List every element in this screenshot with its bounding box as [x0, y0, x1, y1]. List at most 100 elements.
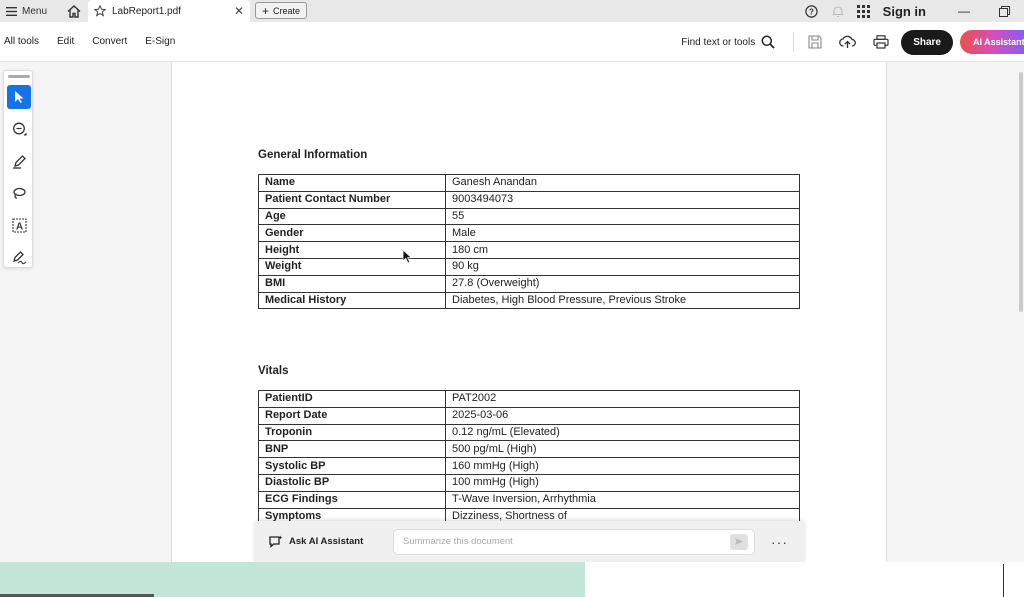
menu-button[interactable]: Menu	[0, 0, 53, 22]
field-label: ECG Findings	[258, 490, 446, 509]
taskbar-area-left	[0, 562, 585, 597]
apps-grid-icon[interactable]	[851, 4, 877, 18]
taskbar-area-right	[585, 562, 1024, 597]
highlight-tool[interactable]	[7, 149, 31, 173]
field-label: BNP	[258, 440, 446, 459]
minimize-icon[interactable]: —	[944, 4, 984, 18]
ask-ai-button[interactable]: Ask AI Assistant	[255, 535, 393, 548]
bell-icon[interactable]	[825, 5, 851, 18]
text-tool[interactable]: A	[7, 213, 31, 237]
find-button[interactable]: Find text or tools	[681, 35, 775, 49]
mouse-pointer-icon	[402, 249, 413, 264]
signature-pen-icon	[12, 250, 26, 264]
field-label: BMI	[258, 274, 446, 293]
comment-tool[interactable]	[7, 117, 31, 141]
create-button[interactable]: + Create	[255, 2, 308, 19]
field-label: Age	[258, 207, 446, 226]
table-row: Gender Male	[258, 224, 800, 243]
scrollbar-thumb[interactable]	[1019, 72, 1023, 312]
esign-menu[interactable]: E-Sign	[136, 36, 184, 47]
divider	[793, 32, 795, 52]
table-row: Diastolic BP 100 mmHg (High)	[258, 473, 800, 492]
find-label: Find text or tools	[681, 36, 756, 48]
table-row: Name Ganesh Anandan	[258, 174, 800, 192]
plus-icon: +	[262, 3, 270, 18]
field-value: T-Wave Inversion, Arrhythmia	[445, 490, 800, 509]
ai-prompt-placeholder: Summarize this document	[403, 536, 513, 547]
share-button[interactable]: Share	[901, 29, 953, 55]
field-label: Height	[258, 241, 446, 259]
field-label: Report Date	[258, 406, 446, 425]
quick-tools-panel: A	[3, 70, 33, 268]
ai-prompt-input[interactable]: Summarize this document	[393, 528, 755, 555]
cursor-arrow-icon	[15, 91, 24, 103]
table-row: Patient Contact Number 9003494073	[258, 190, 800, 209]
star-icon[interactable]	[94, 5, 106, 17]
select-tool[interactable]	[7, 85, 31, 109]
home-button[interactable]	[61, 0, 87, 22]
field-value: 90 kg	[445, 257, 800, 276]
ai-assistant-bar: Ask AI Assistant Summarize this document…	[255, 521, 804, 562]
table-row: Height 180 cm	[258, 241, 800, 259]
draw-tool[interactable]	[7, 181, 31, 205]
field-value: 27.8 (Overweight)	[445, 274, 800, 293]
field-value: 160 mmHg (High)	[445, 457, 800, 475]
ai-assistant-label: AI Assistant	[973, 37, 1024, 47]
pen-icon	[12, 154, 26, 169]
vitals-heading: Vitals	[258, 365, 289, 377]
convert-menu[interactable]: Convert	[83, 36, 136, 47]
help-icon[interactable]: ?	[799, 4, 825, 18]
hamburger-icon	[6, 6, 17, 16]
vitals-table: PatientID PAT2002 Report Date 2025-03-06 Tro…	[258, 390, 800, 526]
field-value: Diabetes, High Blood Pressure, Previous …	[445, 291, 800, 310]
close-tab-icon[interactable]: ✕	[234, 4, 244, 18]
general-information-heading: General Information	[258, 149, 368, 161]
field-label: Medical History	[258, 291, 446, 310]
field-value: Ganesh Anandan	[445, 174, 800, 192]
cloud-upload-icon[interactable]	[831, 35, 864, 49]
search-icon	[761, 35, 775, 49]
restore-icon[interactable]	[984, 5, 1024, 17]
ai-assistant-button[interactable]: AI Assistant	[960, 30, 1024, 54]
text-box-icon: A	[11, 217, 27, 233]
ask-ai-label: Ask AI Assistant	[289, 536, 364, 547]
general-information-table: Name Ganesh Anandan Patient Contact Number…	[258, 174, 800, 310]
table-row: Age 55	[258, 207, 800, 226]
save-icon[interactable]	[798, 35, 831, 49]
field-value: 0.12 ng/mL (Elevated)	[445, 423, 800, 442]
field-value: 55	[445, 207, 800, 226]
print-icon[interactable]	[864, 35, 897, 49]
field-value: 500 pg/mL (High)	[445, 440, 800, 459]
table-row: Weight 90 kg	[258, 257, 800, 276]
sign-tool[interactable]	[7, 245, 31, 269]
field-value: 100 mmHg (High)	[445, 473, 800, 492]
field-label: Patient Contact Number	[258, 190, 446, 209]
field-value: 180 cm	[445, 241, 800, 259]
table-row: BNP 500 pg/mL (High)	[258, 440, 800, 459]
more-options-icon[interactable]: ···	[771, 534, 788, 550]
field-label: Troponin	[258, 423, 446, 442]
toolbar-right: Find text or tools Share AI Assistant	[681, 22, 1024, 62]
titlebar-right: ? Sign in —	[799, 0, 1024, 22]
table-row: Medical History Diabetes, High Blood Pres…	[258, 291, 800, 310]
ai-chat-icon	[269, 535, 283, 548]
field-value: 2025-03-06	[445, 406, 800, 425]
document-tab[interactable]: LabReport1.pdf ✕	[88, 0, 250, 22]
svg-text:A: A	[15, 221, 22, 232]
send-icon	[735, 538, 743, 545]
all-tools-menu[interactable]: All tools	[0, 36, 48, 47]
table-row: Systolic BP 160 mmHg (High)	[258, 457, 800, 475]
edit-menu[interactable]: Edit	[48, 36, 83, 47]
create-label: Create	[273, 5, 301, 16]
drag-handle[interactable]	[8, 75, 30, 78]
field-value: PAT2002	[445, 390, 800, 408]
tab-title: LabReport1.pdf	[112, 5, 181, 17]
table-row: Troponin 0.12 ng/mL (Elevated)	[258, 423, 800, 442]
field-label: PatientID	[258, 390, 446, 408]
sign-in-button[interactable]: Sign in	[877, 4, 944, 19]
field-value: 9003494073	[445, 190, 800, 209]
divider	[1003, 564, 1004, 597]
send-button[interactable]	[730, 533, 748, 550]
comment-icon	[12, 122, 26, 135]
menu-label: Menu	[22, 5, 48, 17]
